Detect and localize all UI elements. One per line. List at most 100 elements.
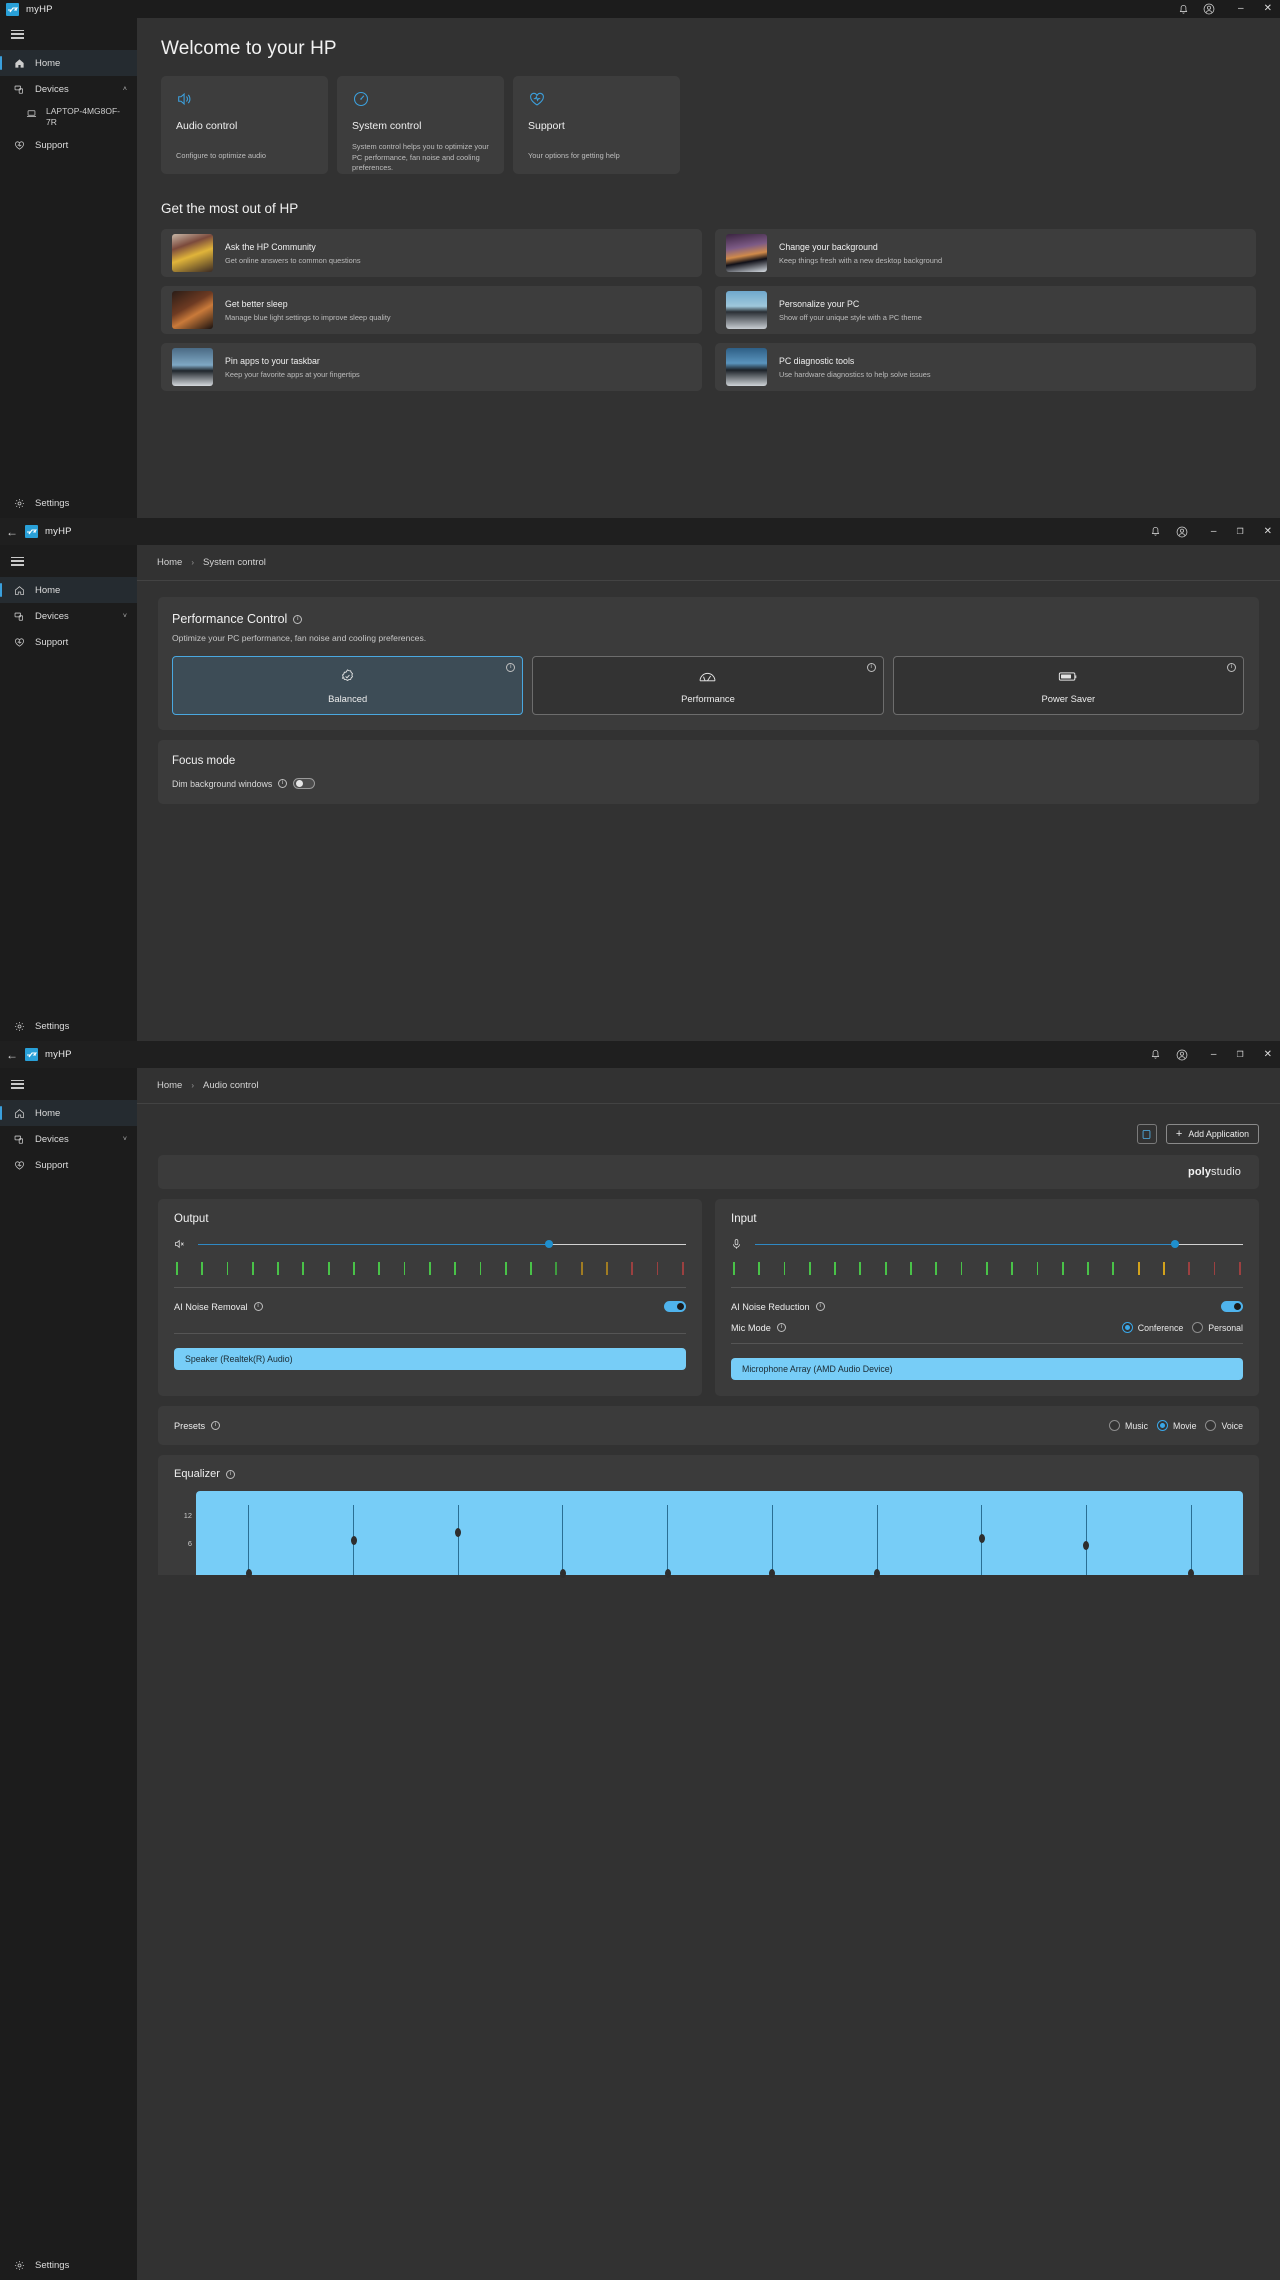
radio-music-icon[interactable] [1109, 1420, 1121, 1431]
tile-change-background[interactable]: Change your background Keep things fresh… [715, 229, 1256, 277]
chevron-down-icon[interactable]: ˅ [123, 1136, 127, 1143]
back-arrow-icon[interactable]: ← [6, 526, 18, 538]
hamburger-menu-icon[interactable] [0, 1068, 137, 1100]
info-icon[interactable]: i [815, 1302, 825, 1311]
info-icon[interactable]: i [1226, 663, 1236, 672]
info-icon[interactable]: i [253, 1302, 263, 1311]
sidebar-item-home[interactable]: Home [0, 577, 137, 604]
equalizer-band-slider[interactable] [664, 1491, 671, 1578]
info-icon[interactable]: i [278, 779, 288, 788]
close-button[interactable]: ✕ [1264, 1049, 1272, 1060]
minimize-button[interactable]: – [1211, 526, 1217, 537]
info-icon[interactable]: i [776, 1323, 786, 1332]
sidebar-item-settings[interactable]: Settings [0, 497, 137, 509]
equalizer-band-slider[interactable] [978, 1491, 985, 1575]
info-icon[interactable]: i [506, 663, 516, 672]
restore-button[interactable]: ❐ [1236, 527, 1243, 536]
info-icon[interactable]: i [866, 663, 876, 672]
speaker-mute-icon[interactable] [174, 1238, 187, 1250]
chevron-up-icon[interactable]: ˄ [123, 86, 127, 93]
radio-voice-icon[interactable] [1205, 1420, 1217, 1431]
equalizer-band-slider[interactable] [769, 1491, 776, 1578]
mic-mode-conference[interactable]: Conference [1121, 1322, 1183, 1333]
sidebar-item-support[interactable]: Support [0, 1152, 137, 1178]
equalizer-band-handle[interactable] [769, 1569, 776, 1578]
account-avatar-icon[interactable] [1202, 2, 1216, 16]
equalizer-band-slider[interactable] [1188, 1491, 1195, 1578]
preset-movie[interactable]: Movie [1157, 1420, 1196, 1431]
equalizer-band-handle[interactable] [664, 1569, 671, 1578]
equalizer-band-handle[interactable] [978, 1533, 985, 1543]
monitor-icon[interactable] [1136, 1124, 1157, 1144]
sidebar-item-home[interactable]: Home [0, 1100, 137, 1127]
card-system-control[interactable]: System control System control helps you … [337, 76, 504, 174]
info-icon[interactable]: i [293, 614, 303, 624]
minimize-button[interactable]: – [1238, 4, 1244, 14]
output-device-selector[interactable]: Speaker (Realtek(R) Audio) [174, 1348, 686, 1370]
sidebar-item-settings[interactable]: Settings [0, 2259, 137, 2271]
equalizer-band-handle[interactable] [1083, 1541, 1090, 1551]
output-volume-slider[interactable] [198, 1239, 686, 1249]
hamburger-menu-icon[interactable] [0, 18, 137, 50]
tile-better-sleep[interactable]: Get better sleep Manage blue light setti… [161, 286, 702, 334]
back-arrow-icon[interactable]: ← [6, 1049, 18, 1061]
tile-hp-community[interactable]: Ask the HP Community Get online answers … [161, 229, 702, 277]
tile-pc-diagnostics[interactable]: PC diagnostic tools Use hardware diagnos… [715, 343, 1256, 391]
sidebar-item-devices[interactable]: Devices ˄ [0, 76, 137, 102]
breadcrumb-home[interactable]: Home [157, 557, 182, 568]
account-avatar-icon[interactable] [1175, 1048, 1189, 1062]
equalizer-band-handle[interactable] [559, 1569, 566, 1578]
equalizer-band-handle[interactable] [350, 1536, 357, 1546]
sidebar-item-devices[interactable]: Devices ˅ [0, 1126, 137, 1152]
tile-personalize-pc[interactable]: Personalize your PC Show off your unique… [715, 286, 1256, 334]
input-device-selector[interactable]: Microphone Array (AMD Audio Device) [731, 1358, 1243, 1380]
close-button[interactable]: ✕ [1264, 526, 1272, 537]
sidebar-device-item[interactable]: LAPTOP-4MG8OF-7R [0, 102, 137, 132]
hamburger-menu-icon[interactable] [0, 545, 137, 577]
close-button[interactable]: ✕ [1264, 4, 1272, 14]
card-support[interactable]: Support Your options for getting help [513, 76, 680, 174]
equalizer-band-slider[interactable] [874, 1491, 881, 1578]
info-icon[interactable]: i [211, 1421, 221, 1430]
equalizer-band-slider[interactable] [559, 1491, 566, 1578]
equalizer-band-slider[interactable] [245, 1491, 252, 1578]
card-audio-control[interactable]: Audio control Configure to optimize audi… [161, 76, 328, 174]
equalizer-band-handle[interactable] [874, 1569, 881, 1578]
equalizer-band-slider[interactable] [455, 1491, 462, 1575]
equalizer-band-slider[interactable] [1083, 1491, 1090, 1575]
mode-performance[interactable]: i Performance [532, 656, 884, 715]
add-application-button[interactable]: + Add Application [1165, 1124, 1259, 1144]
mic-mode-personal[interactable]: Personal [1192, 1322, 1243, 1333]
equalizer-band-handle[interactable] [455, 1528, 462, 1538]
notification-bell-icon[interactable] [1149, 525, 1163, 539]
input-volume-slider[interactable] [755, 1239, 1243, 1249]
radio-personal-icon[interactable] [1192, 1322, 1204, 1333]
mode-balanced[interactable]: i Balanced [172, 656, 524, 715]
notification-bell-icon[interactable] [1176, 2, 1190, 16]
info-icon[interactable]: i [225, 1469, 235, 1479]
equalizer-band-handle[interactable] [245, 1569, 252, 1578]
microphone-icon[interactable] [731, 1238, 744, 1250]
restore-button[interactable]: ❐ [1236, 1050, 1243, 1059]
equalizer-band-slider[interactable] [350, 1491, 357, 1575]
sidebar-item-home[interactable]: Home [0, 50, 137, 77]
radio-conference-icon[interactable] [1121, 1322, 1133, 1333]
equalizer-band-handle[interactable] [1188, 1569, 1195, 1578]
mode-power-saver[interactable]: i Power Saver [892, 656, 1244, 715]
preset-voice[interactable]: Voice [1205, 1420, 1243, 1431]
sidebar-item-settings[interactable]: Settings [0, 1020, 137, 1032]
breadcrumb-home[interactable]: Home [157, 1080, 182, 1091]
sidebar-item-support[interactable]: Support [0, 132, 137, 158]
equalizer-graph[interactable] [196, 1491, 1243, 1578]
tile-pin-apps[interactable]: Pin apps to your taskbar Keep your favor… [161, 343, 702, 391]
sidebar-item-support[interactable]: Support [0, 629, 137, 655]
chevron-down-icon[interactable]: ˅ [123, 613, 127, 620]
notification-bell-icon[interactable] [1149, 1048, 1163, 1062]
ai-noise-removal-toggle[interactable] [664, 1301, 686, 1312]
ai-noise-reduction-toggle[interactable] [1221, 1301, 1243, 1312]
dim-background-windows-toggle[interactable] [293, 778, 316, 789]
sidebar-item-devices[interactable]: Devices ˅ [0, 603, 137, 629]
minimize-button[interactable]: – [1211, 1049, 1217, 1060]
radio-movie-icon[interactable] [1157, 1420, 1168, 1431]
preset-music[interactable]: Music [1109, 1420, 1148, 1431]
